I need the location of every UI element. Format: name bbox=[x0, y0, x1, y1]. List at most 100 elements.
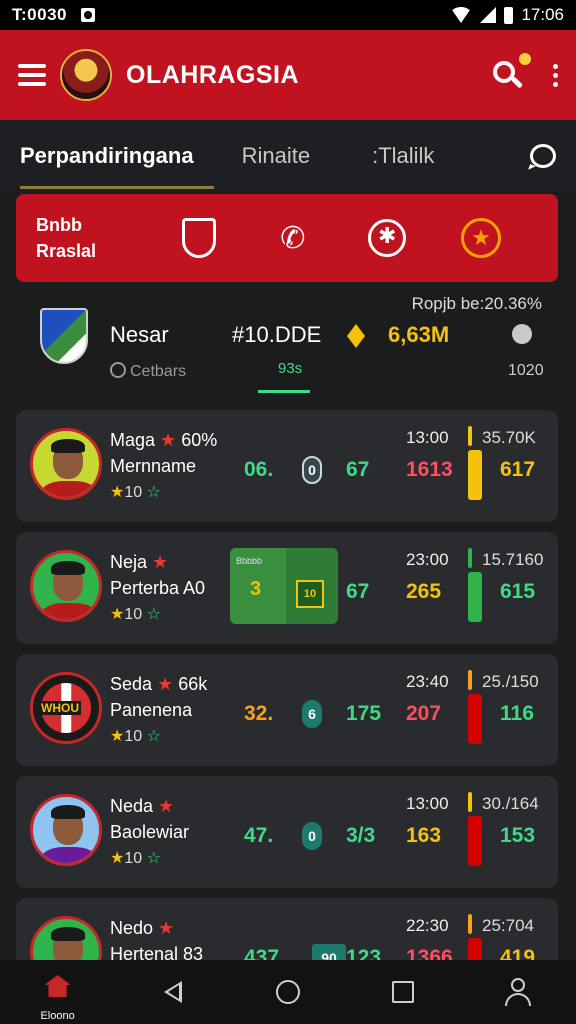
stat-ratio: 15.7160 bbox=[482, 550, 544, 569]
stat-secondary: 67 bbox=[346, 458, 370, 481]
bar-marker bbox=[468, 670, 472, 690]
nav-home[interactable]: Eloono bbox=[28, 960, 88, 1024]
app-logo bbox=[60, 49, 112, 101]
player-name-line: Neda ★ bbox=[110, 796, 174, 817]
star-icon: ★ bbox=[158, 918, 175, 938]
circle-home-icon bbox=[275, 980, 300, 1004]
tab-bar: Perpandiringana Rinaite :Tlalilk bbox=[0, 120, 576, 192]
back-icon bbox=[163, 981, 182, 1003]
avatar bbox=[30, 428, 102, 500]
stat-primary: 06. bbox=[244, 458, 274, 481]
star-icon: ★ bbox=[160, 430, 177, 450]
stat-ratio: 25:704 bbox=[482, 916, 534, 935]
star-icon: ★ bbox=[110, 606, 125, 623]
team-mid-value: 93s bbox=[278, 360, 303, 377]
player-rating: ★10 ☆ bbox=[110, 726, 161, 746]
menu-icon[interactable] bbox=[18, 64, 46, 86]
stat-primary: 32. bbox=[244, 702, 274, 725]
level-bar bbox=[468, 450, 482, 500]
chat-icon[interactable] bbox=[530, 144, 556, 168]
stat-pill: 0 bbox=[302, 456, 322, 484]
banner-line-1: Bnbb bbox=[36, 215, 82, 235]
recents-icon bbox=[392, 981, 415, 1003]
level-bar bbox=[468, 694, 482, 744]
team-value: 6,63M bbox=[388, 322, 450, 347]
avatar bbox=[30, 550, 102, 622]
stat-value: 207 bbox=[406, 702, 442, 725]
star-outline-icon: ☆ bbox=[146, 728, 161, 745]
star-outline-icon: ☆ bbox=[146, 850, 161, 867]
ball-icon[interactable] bbox=[364, 215, 410, 261]
active-indicator bbox=[258, 390, 310, 393]
status-bar: T:0030 17:06 bbox=[0, 0, 576, 30]
player-name-line: Maga ★ 60% bbox=[110, 430, 217, 451]
search-icon[interactable] bbox=[491, 53, 531, 91]
player-subtitle: Perterba A0 bbox=[110, 578, 206, 598]
player-name: Neda bbox=[110, 796, 154, 816]
crest-text: WHOU bbox=[39, 701, 81, 715]
team-year: 1020 bbox=[508, 362, 544, 379]
trophy-icon[interactable]: ★ bbox=[458, 215, 504, 261]
rating-value: 10 bbox=[124, 484, 143, 501]
user-icon bbox=[504, 978, 532, 1006]
tab-third[interactable]: :Tlalilk bbox=[372, 143, 434, 169]
star-icon: ★ bbox=[152, 552, 169, 572]
team-summary[interactable]: Nesar Cetbars #10.DDE 93s 6,63M Ropjb be… bbox=[0, 288, 576, 400]
more-options-icon[interactable] bbox=[553, 63, 558, 87]
player-card[interactable]: Neja ★ Perterba A0 ★10 ☆ Bbbbb 3 10 67 2… bbox=[16, 532, 558, 644]
banner-line-2: Rraslal bbox=[36, 241, 97, 261]
stat-value: 163 bbox=[406, 824, 442, 847]
app-title: OLAHRAGSIA bbox=[126, 60, 300, 89]
nav-recents[interactable] bbox=[373, 960, 433, 1024]
team-popularity: Ropjb be:20.36% bbox=[411, 294, 542, 313]
nav-home-button[interactable] bbox=[258, 960, 318, 1024]
stat-pill: 6 bbox=[302, 700, 322, 728]
stat-side: 116 bbox=[500, 702, 534, 725]
level-bar bbox=[468, 816, 482, 866]
nav-profile[interactable] bbox=[488, 960, 548, 1024]
stat-ratio: 35.70K bbox=[482, 428, 536, 447]
stat-ratio: 25./150 bbox=[482, 672, 539, 691]
app-bar: OLAHRAGSIA bbox=[0, 30, 576, 120]
player-rating: ★10 ☆ bbox=[110, 848, 161, 868]
player-name-extra: 66k bbox=[178, 674, 208, 694]
status-time: 17:06 bbox=[521, 5, 564, 24]
wifi-icon bbox=[450, 7, 473, 23]
team-name: Nesar bbox=[110, 322, 169, 347]
player-card[interactable]: Neda ★ Baolewiar ★10 ☆ 47. 0 3/3 13:00 1… bbox=[16, 776, 558, 888]
category-banner: Bnbb Rraslal ✆ ★ bbox=[16, 194, 558, 282]
star-outline-icon: ☆ bbox=[146, 606, 161, 623]
diamond-icon bbox=[347, 324, 365, 348]
home-icon bbox=[44, 975, 71, 997]
phone-icon[interactable]: ✆ bbox=[270, 215, 316, 261]
match-time: 23:40 bbox=[406, 672, 449, 691]
shield-icon[interactable] bbox=[176, 215, 222, 261]
rating-value: 10 bbox=[124, 850, 143, 867]
player-name: Maga bbox=[110, 430, 156, 450]
bottom-navigation: Eloono bbox=[0, 960, 576, 1024]
player-card[interactable]: WHOU Seda ★ 66k Panenena ★10 ☆ 32. 6 175… bbox=[16, 654, 558, 766]
inline-score-mini: Bbbbb bbox=[236, 556, 263, 566]
match-time: 13:00 bbox=[406, 428, 449, 447]
avatar: WHOU bbox=[30, 672, 102, 744]
rating-value: 10 bbox=[124, 606, 143, 623]
player-rating: ★10 ☆ bbox=[110, 604, 161, 624]
player-name: Seda bbox=[110, 674, 153, 694]
inline-score-panel[interactable]: Bbbbb 3 10 bbox=[230, 548, 338, 624]
stat-side: 153 bbox=[500, 824, 536, 847]
tab-second[interactable]: Rinaite bbox=[242, 143, 310, 169]
level-bar bbox=[468, 572, 482, 622]
nav-back[interactable] bbox=[143, 960, 203, 1024]
rating-value: 10 bbox=[124, 728, 143, 745]
status-dot-icon bbox=[512, 324, 532, 344]
tab-standings[interactable]: Perpandiringana bbox=[20, 143, 214, 189]
star-outline-icon: ☆ bbox=[146, 484, 161, 501]
player-name-line: Nedo ★ bbox=[110, 918, 174, 939]
star-icon: ★ bbox=[110, 850, 125, 867]
player-card[interactable]: Maga ★ 60% Mernname ★10 ☆ 06. 0 67 13:00… bbox=[16, 410, 558, 522]
battery-icon bbox=[504, 6, 514, 24]
star-icon: ★ bbox=[158, 796, 175, 816]
inline-score-value: 3 bbox=[250, 578, 262, 600]
player-name-extra: 60% bbox=[181, 430, 218, 450]
stat-secondary: 3/3 bbox=[346, 824, 376, 847]
